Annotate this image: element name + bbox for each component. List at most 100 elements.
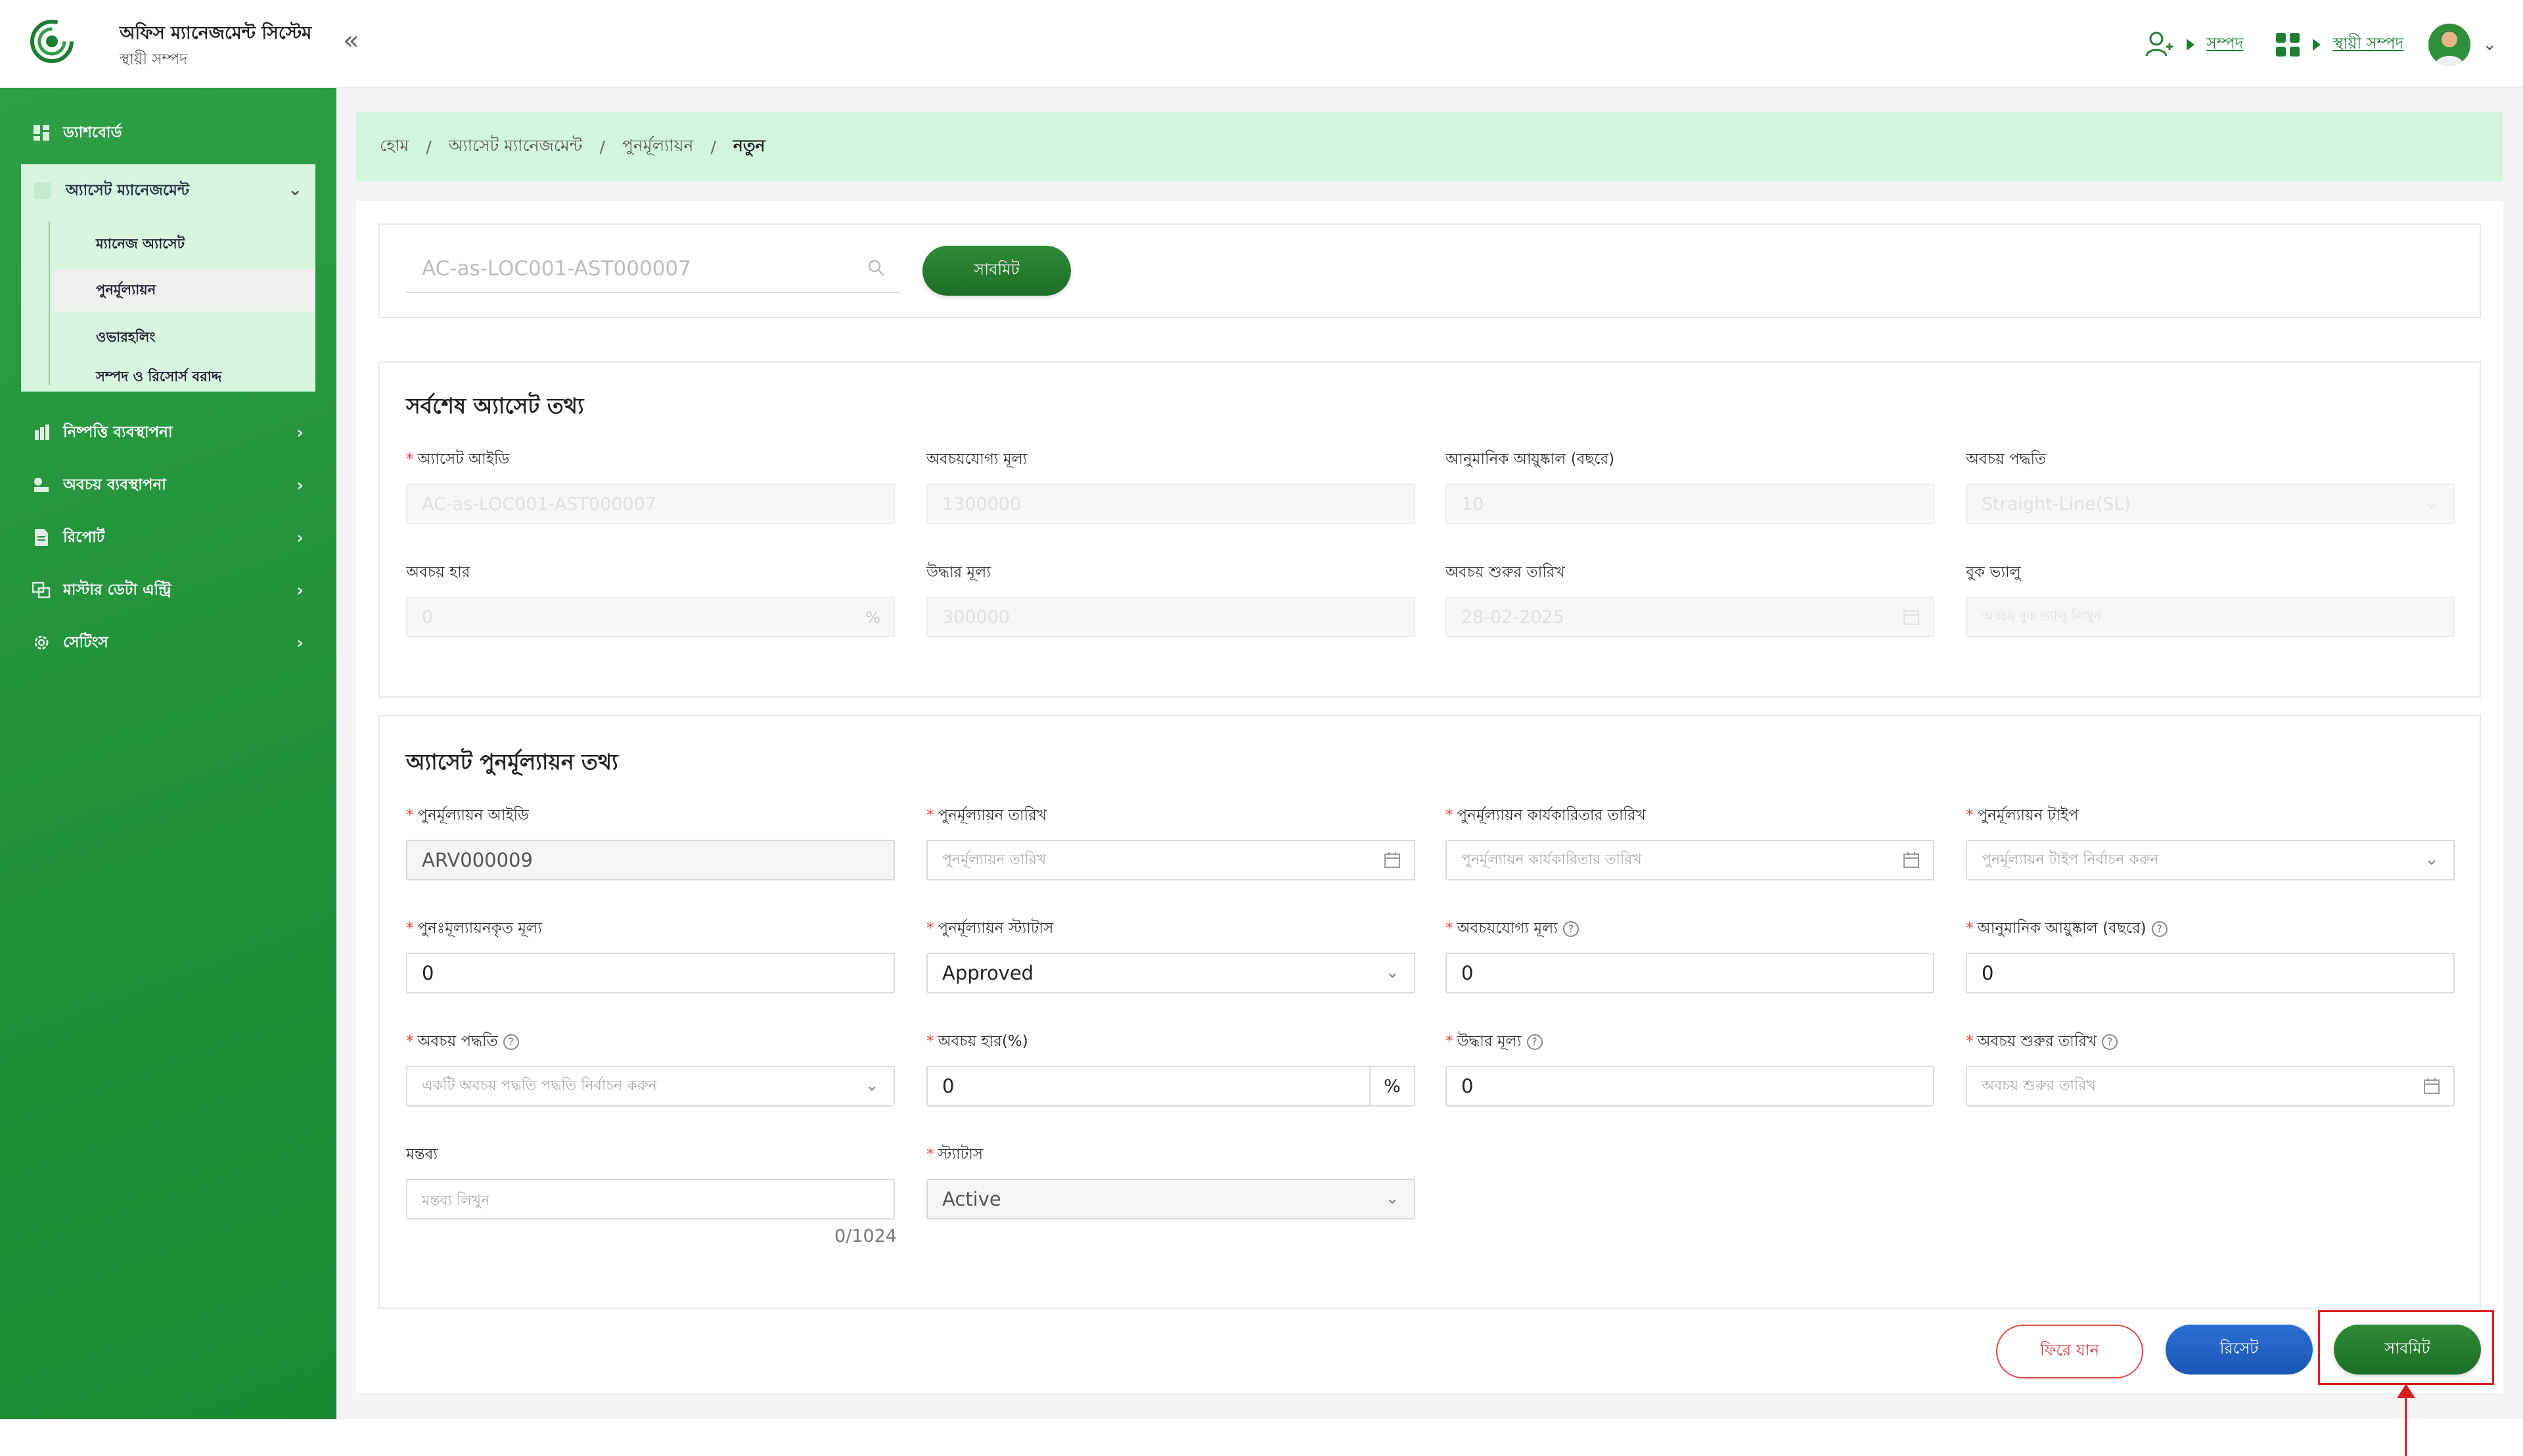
sidebar-item-master-data[interactable]: মাস্টার ডেটা এন্ট্রি › — [0, 569, 336, 611]
calendar-icon — [1903, 852, 1920, 873]
revaluation-status-select[interactable]: Approved ⌄ — [926, 953, 1415, 993]
asset-id-label: * অ্যাসেট আইডি — [406, 451, 510, 468]
app-root: অফিস ম্যানেজমেন্ট সিস্টেম স্থায়ী সম্পদ … — [0, 0, 2523, 1456]
sidebar-subitem-manage-asset[interactable]: ম্যানেজ অ্যাসেট — [54, 223, 315, 265]
useful-life-label: আনুমানিক আয়ুষ্কাল (বছরে) — [1445, 451, 1615, 468]
sidebar-label: অবচয় ব্যবস্থাপনা — [63, 476, 166, 493]
depreciation-start-label: * অবচয় শুরুর তারিখ? — [1966, 1029, 2118, 1055]
reset-button[interactable]: রিসেট — [2166, 1325, 2313, 1375]
chevron-down-icon[interactable]: ⌄ — [2482, 35, 2497, 55]
sidebar-item-asset-management[interactable]: অ্যাসেট ম্যানেজমেন্ট ⌄ — [21, 164, 315, 217]
main-content: হোম / অ্যাসেট ম্যানেজমেন্ট / পুনর্মূল্যা… — [336, 88, 2523, 1419]
sidebar-label: মাস্টার ডেটা এন্ট্রি — [63, 581, 171, 599]
revaluation-id-label: * পুনর্মূল্যায়ন আইডি — [406, 807, 529, 824]
record-status-select: Active ⌄ — [926, 1179, 1415, 1219]
dashboard-icon — [32, 123, 51, 143]
chevron-down-icon: ⌄ — [2424, 493, 2439, 513]
search-icon[interactable] — [867, 259, 886, 283]
nav-link-assets[interactable]: সম্পদ — [2206, 32, 2243, 58]
mra-logo — [30, 20, 74, 63]
sidebar-subitem-revaluation[interactable]: পুনর্মূল্যায়ন — [54, 269, 315, 311]
revaluation-title: অ্যাসেট পুনর্মূল্যায়ন তথ্য — [406, 749, 618, 775]
modules-grid-icon[interactable] — [2275, 32, 2301, 58]
sidebar-label: নিষ্পত্তি ব্যবস্থাপনা — [63, 423, 173, 441]
breadcrumb-home[interactable]: হোম — [380, 133, 409, 161]
breadcrumb-separator: / — [426, 137, 432, 156]
salvage-value-input[interactable]: 0 — [1445, 1066, 1934, 1106]
user-switch-icon[interactable] — [2145, 30, 2175, 60]
useful-life-field: 10 — [1445, 484, 1934, 524]
effective-date-picker[interactable]: পুনর্মূল্যায়ন কার্যকারিতার তারিখ — [1445, 840, 1934, 880]
effective-date-label: * পুনর্মূল্যায়ন কার্যকারিতার তারিখ — [1445, 807, 1646, 824]
sidebar-item-depreciation[interactable]: অবচয় ব্যবস্থাপনা › — [0, 464, 336, 506]
depreciation-method-label: * অবচয় পদ্ধতি? — [406, 1029, 519, 1055]
depreciation-method-select[interactable]: একটি অবচয় পদ্ধতি পদ্ধতি নির্বাচন করুন ⌄ — [406, 1066, 895, 1106]
salvage-value-label: উদ্ধার মূল্য — [926, 564, 991, 581]
help-icon[interactable]: ? — [503, 1034, 519, 1050]
disposal-icon — [32, 422, 51, 442]
sidebar-label: সম্পদ ও রিসোর্স বরাদ্দ — [96, 368, 222, 384]
revaluation-id-field: ARV000009 — [406, 840, 895, 880]
help-icon[interactable]: ? — [2151, 921, 2168, 937]
depreciation-rate-input[interactable]: 0 % — [926, 1066, 1415, 1106]
asset-search-input[interactable]: AC-as-LOC001-AST000007 — [406, 246, 900, 293]
chevron-down-icon: ⌄ — [1385, 963, 1399, 982]
depreciation-method-label: অবচয় পদ্ধতি — [1966, 451, 2047, 468]
calendar-icon — [2423, 1078, 2440, 1099]
revaluation-type-label: * পুনর্মূল্যায়ন টাইপ — [1966, 807, 2079, 824]
sidebar: ড্যাশবোর্ড অ্যাসেট ম্যানেজমেন্ট ⌄ ম্যানে… — [0, 88, 336, 1419]
header-actions: সম্পদ স্থায়ী সম্পদ ⌄ — [2145, 20, 2497, 70]
sidebar-label: ম্যানেজ অ্যাসেট — [96, 235, 185, 252]
salvage-value-field: 300000 — [926, 597, 1415, 637]
app-title: অফিস ম্যানেজমেন্ট সিস্টেম — [120, 23, 312, 43]
sidebar-subitem-allocation[interactable]: সম্পদ ও রিসোর্স বরাদ্দ — [54, 364, 315, 390]
sidebar-subitem-overhauling[interactable]: ওভারহলিং — [54, 317, 315, 359]
app-subtitle: স্থায়ী সম্পদ — [120, 51, 188, 68]
content-panel: AC-as-LOC001-AST000007 সাবমিট সর্বশেষ অ্… — [356, 201, 2503, 1393]
comment-label: মন্তব্য — [406, 1146, 438, 1163]
sidebar-item-report[interactable]: রিপোর্ট › — [0, 516, 336, 558]
sidebar-item-dashboard[interactable]: ড্যাশবোর্ড — [0, 112, 336, 154]
user-avatar[interactable] — [2428, 24, 2471, 66]
breadcrumb-separator: / — [599, 137, 605, 156]
revaluation-date-picker[interactable]: পুনর্মূল্যায়ন তারিখ — [926, 840, 1415, 880]
comment-textarea[interactable]: মন্তব্য লিখুন — [406, 1179, 895, 1219]
breadcrumb: হোম / অ্যাসেট ম্যানেজমেন্ট / পুনর্মূল্যা… — [356, 112, 2503, 181]
record-status-label: * স্ট্যাটাস — [926, 1146, 984, 1163]
revalued-amount-input[interactable]: 0 — [406, 953, 895, 993]
depreciable-value-field: 1300000 — [926, 484, 1415, 524]
breadcrumb-revaluation[interactable]: পুনর্মূল্যায়ন — [622, 133, 694, 161]
help-icon[interactable]: ? — [1562, 921, 1579, 937]
chevron-down-icon: ⌄ — [865, 1076, 879, 1095]
revalued-amount-label: * পুনঃমূল্যায়নকৃত মূল্য — [406, 920, 542, 937]
sidebar-item-settings[interactable]: সেটিংস › — [0, 622, 336, 664]
depreciation-start-field: 28-02-2025 — [1445, 597, 1934, 637]
revaluation-type-select[interactable]: পুনর্মূল্যায়ন টাইপ নির্বাচন করুন ⌄ — [1966, 840, 2455, 880]
depreciation-start-label: অবচয় শুরুর তারিখ — [1445, 564, 1565, 581]
chevron-down-icon: ⌄ — [1385, 1189, 1399, 1208]
collapse-sidebar-icon[interactable]: « — [343, 28, 359, 54]
depreciation-method-field: Straight-Line(SL) ⌄ — [1966, 484, 2455, 524]
search-submit-button[interactable]: সাবমিট — [922, 246, 1071, 296]
useful-life-input[interactable]: 0 — [1966, 953, 2455, 993]
master-data-icon — [32, 580, 51, 600]
breadcrumb-asset-management[interactable]: অ্যাসেট ম্যানেজমেন্ট — [449, 133, 583, 161]
sidebar-label: ড্যাশবোর্ড — [63, 124, 122, 141]
nav-link-fixed-assets[interactable]: স্থায়ী সম্পদ — [2332, 32, 2403, 58]
depreciation-start-picker[interactable]: অবচয় শুরুর তারিখ — [1966, 1066, 2455, 1106]
help-icon[interactable]: ? — [1526, 1034, 1543, 1050]
search-value: AC-as-LOC001-AST000007 — [422, 257, 691, 281]
asset-id-field: AC-as-LOC001-AST000007 — [406, 484, 895, 524]
sidebar-item-disposal[interactable]: নিষ্পত্তি ব্যবস্থাপনা › — [0, 411, 336, 453]
top-header: অফিস ম্যানেজমেন্ট সিস্টেম স্থায়ী সম্পদ … — [0, 0, 2523, 88]
annotation-arrow-head — [2397, 1384, 2415, 1398]
sidebar-group-asset-management: অ্যাসেট ম্যানেজমেন্ট ⌄ ম্যানেজ অ্যাসেট প… — [21, 164, 315, 392]
depreciable-value-input[interactable]: 0 — [1445, 953, 1934, 993]
back-button[interactable]: ফিরে যান — [1996, 1325, 2143, 1378]
chevron-right-icon: › — [296, 423, 304, 443]
chevron-right-icon: › — [296, 581, 304, 601]
sidebar-label: সেটিংস — [63, 633, 108, 651]
chevron-right-icon: › — [296, 633, 304, 653]
help-icon[interactable]: ? — [2102, 1034, 2118, 1050]
annotation-arrow-line — [2405, 1397, 2407, 1456]
